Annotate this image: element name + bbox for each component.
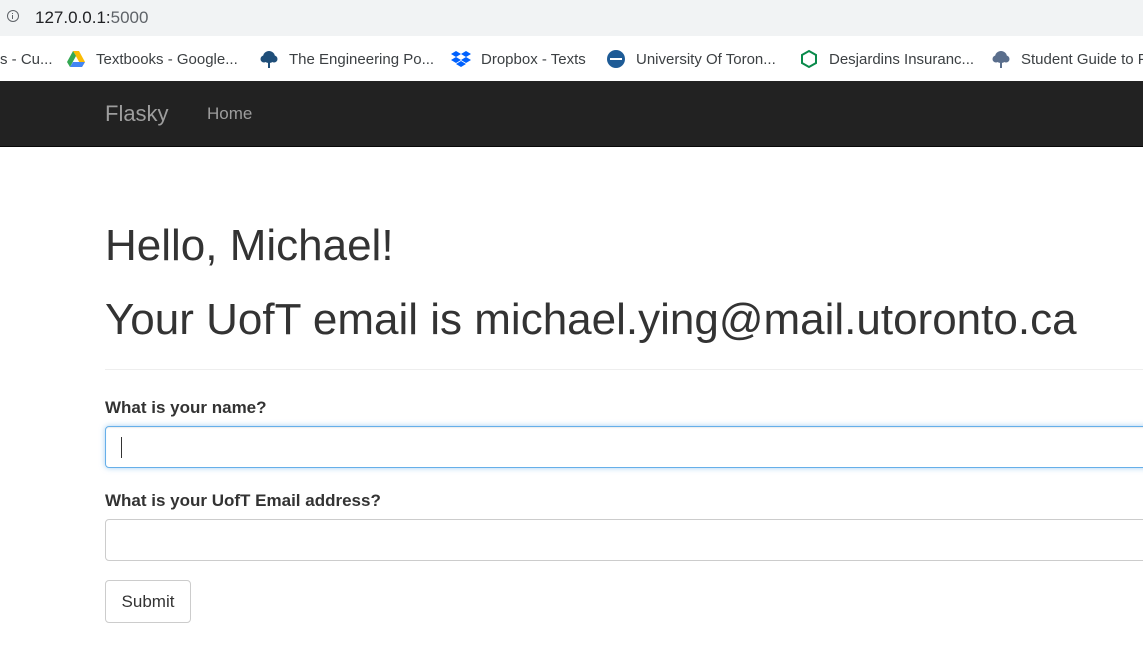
url-port: 5000 [110,8,149,27]
bookmark-label: The Engineering Po... [289,50,435,68]
email-input[interactable] [105,519,1143,561]
tree-crest-icon [260,51,278,68]
address-bar[interactable]: 127.0.0.1:5000 [0,0,1143,36]
google-drive-icon [67,51,85,67]
bookmark-label: Student Guide to P [1021,50,1143,68]
bookmark-item[interactable]: Student Guide to P [991,48,1143,70]
bookmarks-bar: s - Cu... Textbooks - Google... The Engi… [0,36,1143,81]
greeting-heading: Hello, Michael! [105,221,394,270]
bookmark-item[interactable]: Textbooks - Google... [66,48,238,70]
name-label: What is your name? [105,398,267,417]
bookmark-label: Dropbox - Texts [481,50,586,68]
email-label: What is your UofT Email address? [105,491,381,510]
hexagon-icon [801,49,817,69]
bookmark-item[interactable]: Desjardins Insuranc... [799,48,974,70]
bookmark-label: Textbooks - Google... [96,50,238,68]
url-text[interactable]: 127.0.0.1:5000 [35,8,148,28]
divider [105,369,1143,370]
nav-link-home[interactable]: Home [207,104,252,124]
oth-badge-icon [607,50,625,68]
bookmark-label: University Of Toron... [636,50,776,68]
navbar-brand[interactable]: Flasky [105,101,169,127]
email-heading: Your UofT email is michael.ying@mail.uto… [105,295,1077,344]
site-info-icon[interactable] [7,10,19,22]
text-caret [121,437,122,458]
bookmark-item[interactable]: The Engineering Po... [259,48,434,70]
submit-button[interactable]: Submit [105,580,191,623]
bookmark-item[interactable]: University Of Toron... [606,48,776,70]
bookmark-item[interactable]: s - Cu... [0,48,53,70]
bookmark-item[interactable]: Dropbox - Texts [451,48,586,70]
navbar: Flasky Home [0,81,1143,147]
bookmark-label: s - Cu... [0,50,53,68]
tree-crest-icon [992,51,1010,68]
url-host: 127.0.0.1: [35,8,111,27]
dropbox-icon [451,51,471,67]
name-input[interactable] [105,426,1143,468]
bookmark-label: Desjardins Insuranc... [829,50,975,68]
